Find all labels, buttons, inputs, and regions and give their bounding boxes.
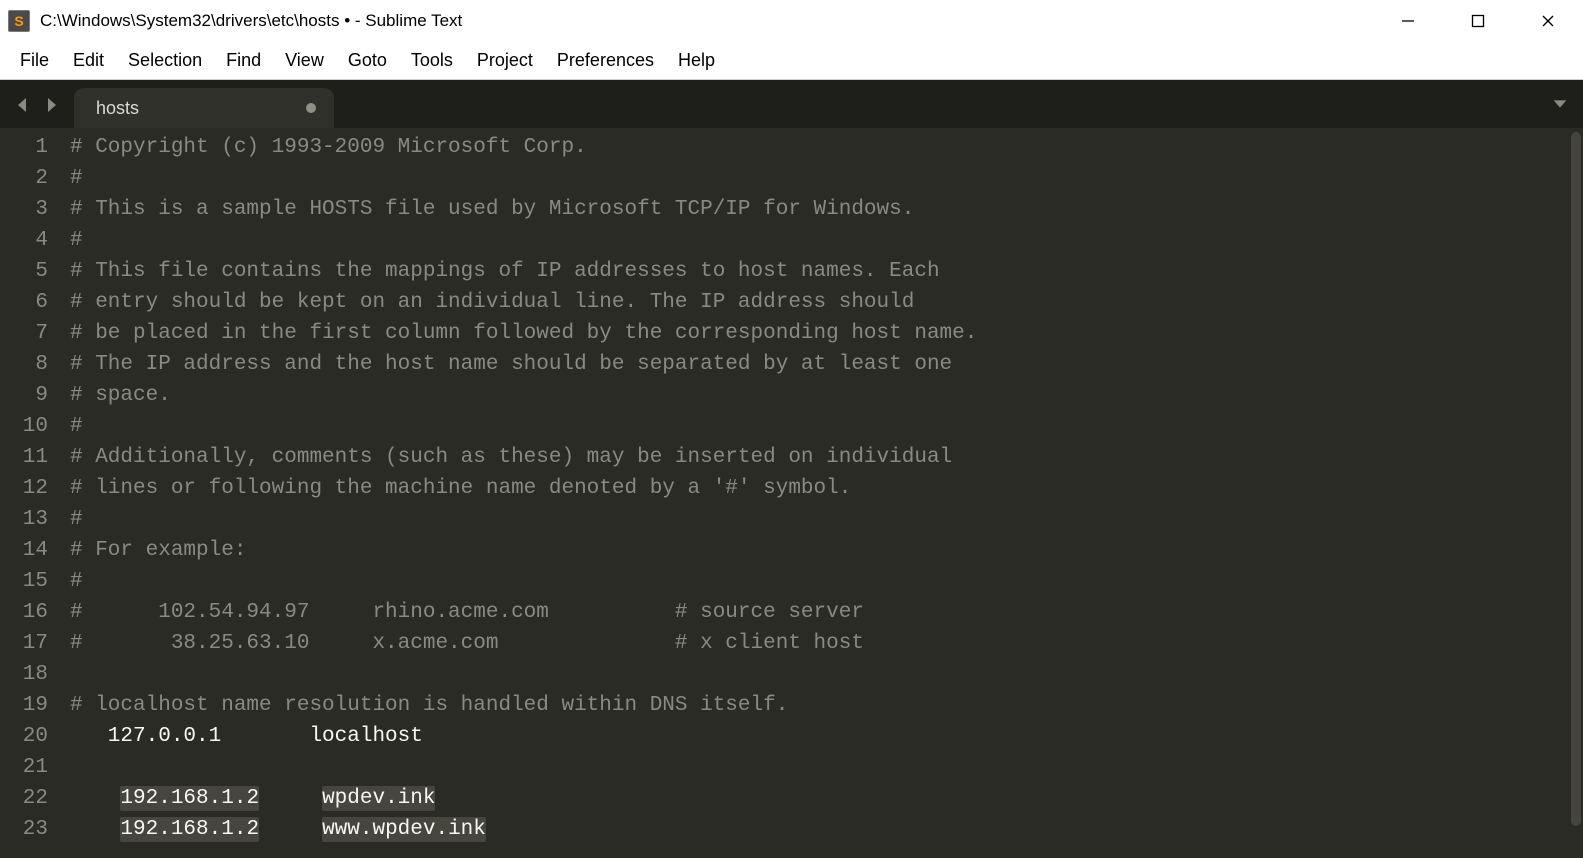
code-line[interactable]: # The IP address and the host name shoul… [62, 349, 1583, 380]
menu-view[interactable]: View [273, 46, 336, 75]
line-number: 10 [0, 411, 62, 442]
line-number: 2 [0, 163, 62, 194]
nav-forward-icon[interactable] [42, 95, 62, 120]
line-number: 4 [0, 225, 62, 256]
code-line[interactable]: 127.0.0.1 localhost [62, 721, 1583, 752]
code-line[interactable]: # lines or following the machine name de… [62, 473, 1583, 504]
ip-address: 192.168.1.2 [120, 817, 259, 842]
menu-edit[interactable]: Edit [61, 46, 116, 75]
window-title: C:\Windows\System32\drivers\etc\hosts • … [40, 11, 462, 31]
window-controls [1373, 0, 1583, 42]
line-number: 14 [0, 535, 62, 566]
line-number: 18 [0, 659, 62, 690]
menu-preferences[interactable]: Preferences [545, 46, 666, 75]
code-line[interactable]: # localhost name resolution is handled w… [62, 690, 1583, 721]
host-name: www.wpdev.ink [322, 817, 486, 842]
code-line[interactable]: # [62, 163, 1583, 194]
gutter: 1234567891011121314151617181920212223 [0, 128, 62, 858]
nav-back-icon[interactable] [12, 95, 32, 120]
line-number: 1 [0, 132, 62, 163]
line-number: 7 [0, 318, 62, 349]
code-line[interactable]: # This file contains the mappings of IP … [62, 256, 1583, 287]
line-number: 9 [0, 380, 62, 411]
scrollbar[interactable] [1569, 128, 1583, 858]
maximize-button[interactable] [1443, 0, 1513, 42]
tabs-overflow-icon[interactable] [1551, 95, 1569, 118]
line-number: 22 [0, 783, 62, 814]
line-number: 21 [0, 752, 62, 783]
tabstrip: hosts [0, 80, 1583, 128]
line-number: 3 [0, 194, 62, 225]
menu-selection[interactable]: Selection [116, 46, 214, 75]
code-line[interactable]: # space. [62, 380, 1583, 411]
dirty-indicator-icon [306, 103, 316, 113]
code-line[interactable]: # be placed in the first column followed… [62, 318, 1583, 349]
minimize-button[interactable] [1373, 0, 1443, 42]
line-number: 19 [0, 690, 62, 721]
code-line[interactable]: # entry should be kept on an individual … [62, 287, 1583, 318]
line-number: 17 [0, 628, 62, 659]
tab-label: hosts [96, 98, 139, 119]
line-number: 8 [0, 349, 62, 380]
menu-project[interactable]: Project [465, 46, 545, 75]
line-number: 20 [0, 721, 62, 752]
code-line[interactable]: # Copyright (c) 1993-2009 Microsoft Corp… [62, 132, 1583, 163]
code-line[interactable]: # [62, 225, 1583, 256]
code-line[interactable]: 192.168.1.2 www.wpdev.ink [62, 814, 1583, 845]
code-line[interactable]: # 102.54.94.97 rhino.acme.com # source s… [62, 597, 1583, 628]
close-button[interactable] [1513, 0, 1583, 42]
line-number: 6 [0, 287, 62, 318]
menu-file[interactable]: File [8, 46, 61, 75]
code-line[interactable] [62, 752, 1583, 783]
menubar: FileEditSelectionFindViewGotoToolsProjec… [0, 42, 1583, 80]
menu-tools[interactable]: Tools [399, 46, 465, 75]
editor[interactable]: 1234567891011121314151617181920212223 # … [0, 128, 1583, 858]
line-number: 23 [0, 814, 62, 845]
line-number: 11 [0, 442, 62, 473]
menu-goto[interactable]: Goto [336, 46, 399, 75]
line-number: 15 [0, 566, 62, 597]
code-line[interactable] [62, 659, 1583, 690]
line-number: 12 [0, 473, 62, 504]
line-number: 5 [0, 256, 62, 287]
code-line[interactable]: # [62, 566, 1583, 597]
app-icon: S [8, 10, 30, 32]
menu-find[interactable]: Find [214, 46, 273, 75]
code-line[interactable]: 192.168.1.2 wpdev.ink [62, 783, 1583, 814]
code-area[interactable]: # Copyright (c) 1993-2009 Microsoft Corp… [62, 128, 1583, 858]
line-number: 16 [0, 597, 62, 628]
host-name: wpdev.ink [322, 786, 435, 811]
code-line[interactable]: # [62, 504, 1583, 535]
menu-help[interactable]: Help [666, 46, 727, 75]
code-line[interactable]: # This is a sample HOSTS file used by Mi… [62, 194, 1583, 225]
tab-nav-arrows [0, 95, 74, 128]
code-line[interactable]: # [62, 411, 1583, 442]
ip-address: 192.168.1.2 [120, 786, 259, 811]
scrollbar-thumb[interactable] [1571, 132, 1581, 826]
code-line[interactable]: # Additionally, comments (such as these)… [62, 442, 1583, 473]
line-number: 13 [0, 504, 62, 535]
tab-hosts[interactable]: hosts [74, 88, 334, 128]
code-line[interactable]: # For example: [62, 535, 1583, 566]
code-line[interactable]: # 38.25.63.10 x.acme.com # x client host [62, 628, 1583, 659]
titlebar: S C:\Windows\System32\drivers\etc\hosts … [0, 0, 1583, 42]
